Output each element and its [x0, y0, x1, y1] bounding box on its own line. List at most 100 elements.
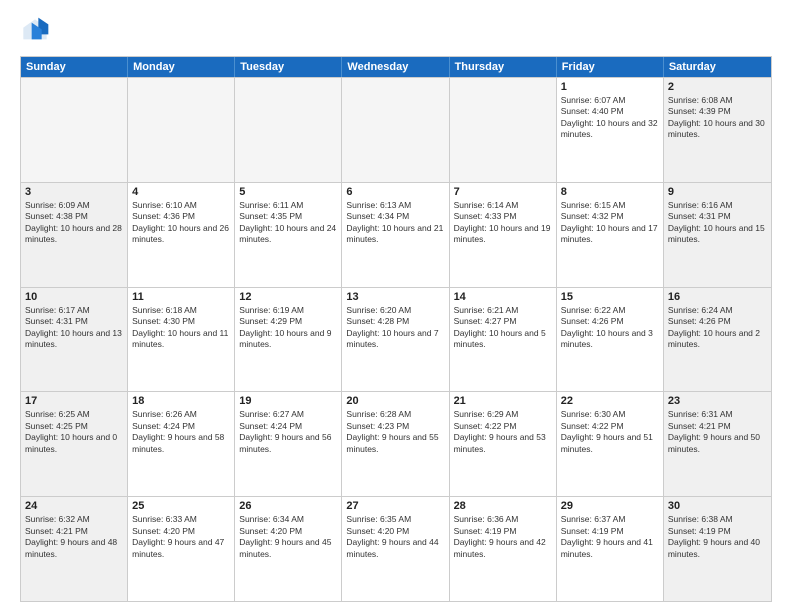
day-number: 11: [132, 291, 230, 303]
cell-text: Sunrise: 6:33 AM Sunset: 4:20 PM Dayligh…: [132, 514, 230, 560]
cell-text: Sunrise: 6:30 AM Sunset: 4:22 PM Dayligh…: [561, 409, 659, 455]
cell-text: Sunrise: 6:37 AM Sunset: 4:19 PM Dayligh…: [561, 514, 659, 560]
day-number: 30: [668, 500, 767, 512]
cell-text: Sunrise: 6:18 AM Sunset: 4:30 PM Dayligh…: [132, 305, 230, 351]
cell-text: Sunrise: 6:32 AM Sunset: 4:21 PM Dayligh…: [25, 514, 123, 560]
day-number: 22: [561, 395, 659, 407]
day-cell-2: 2Sunrise: 6:08 AM Sunset: 4:39 PM Daylig…: [664, 78, 771, 182]
header-cell-friday: Friday: [557, 57, 664, 77]
cell-text: Sunrise: 6:17 AM Sunset: 4:31 PM Dayligh…: [25, 305, 123, 351]
calendar: SundayMondayTuesdayWednesdayThursdayFrid…: [20, 56, 772, 602]
day-cell-20: 20 Sunrise: 6:28 AM Sunset: 4:23 PM Dayli…: [342, 392, 449, 496]
day-cell-14: 14 Sunrise: 6:21 AM Sunset: 4:27 PM Dayli…: [450, 288, 557, 392]
day-number: 23: [668, 395, 767, 407]
day-number: 16: [668, 291, 767, 303]
day-number: 8: [561, 186, 659, 198]
calendar-row-3: 17Sunrise: 6:25 AM Sunset: 4:25 PM Dayli…: [21, 391, 771, 496]
day-number: 6: [346, 186, 444, 198]
cell-text: Sunrise: 6:09 AM Sunset: 4:38 PM Dayligh…: [25, 200, 123, 246]
day-number: 15: [561, 291, 659, 303]
cell-text: Sunrise: 6:26 AM Sunset: 4:24 PM Dayligh…: [132, 409, 230, 455]
cell-text: Sunrise: 6:19 AM Sunset: 4:29 PM Dayligh…: [239, 305, 337, 351]
cell-text: Sunrise: 6:35 AM Sunset: 4:20 PM Dayligh…: [346, 514, 444, 560]
logo: [20, 16, 54, 46]
cell-text: Sunrise: 6:34 AM Sunset: 4:20 PM Dayligh…: [239, 514, 337, 560]
cell-text: Sunrise: 6:24 AM Sunset: 4:26 PM Dayligh…: [668, 305, 767, 351]
cell-text: Sunrise: 6:11 AM Sunset: 4:35 PM Dayligh…: [239, 200, 337, 246]
day-number: 1: [561, 81, 659, 93]
day-cell-1: 1Sunrise: 6:07 AM Sunset: 4:40 PM Daylig…: [557, 78, 664, 182]
day-number: 28: [454, 500, 552, 512]
day-number: 26: [239, 500, 337, 512]
empty-cell-0-2: [235, 78, 342, 182]
day-cell-11: 11 Sunrise: 6:18 AM Sunset: 4:30 PM Dayli…: [128, 288, 235, 392]
day-number: 10: [25, 291, 123, 303]
day-cell-26: 26 Sunrise: 6:34 AM Sunset: 4:20 PM Dayli…: [235, 497, 342, 601]
day-number: 20: [346, 395, 444, 407]
day-number: 5: [239, 186, 337, 198]
header-cell-saturday: Saturday: [664, 57, 771, 77]
day-cell-25: 25 Sunrise: 6:33 AM Sunset: 4:20 PM Dayli…: [128, 497, 235, 601]
logo-icon: [20, 16, 50, 46]
calendar-header: SundayMondayTuesdayWednesdayThursdayFrid…: [21, 57, 771, 77]
calendar-row-2: 10 Sunrise: 6:17 AM Sunset: 4:31 PM Dayli…: [21, 287, 771, 392]
day-cell-15: 15Sunrise: 6:22 AM Sunset: 4:26 PM Dayli…: [557, 288, 664, 392]
day-number: 25: [132, 500, 230, 512]
cell-text: Sunrise: 6:10 AM Sunset: 4:36 PM Dayligh…: [132, 200, 230, 246]
cell-text: Sunrise: 6:29 AM Sunset: 4:22 PM Dayligh…: [454, 409, 552, 455]
day-cell-19: 19 Sunrise: 6:27 AM Sunset: 4:24 PM Dayli…: [235, 392, 342, 496]
cell-text: Sunrise: 6:15 AM Sunset: 4:32 PM Dayligh…: [561, 200, 659, 246]
day-cell-22: 22 Sunrise: 6:30 AM Sunset: 4:22 PM Dayli…: [557, 392, 664, 496]
day-number: 21: [454, 395, 552, 407]
empty-cell-0-1: [128, 78, 235, 182]
day-number: 3: [25, 186, 123, 198]
day-number: 27: [346, 500, 444, 512]
day-cell-3: 3 Sunrise: 6:09 AM Sunset: 4:38 PM Daylig…: [21, 183, 128, 287]
cell-text: Sunrise: 6:27 AM Sunset: 4:24 PM Dayligh…: [239, 409, 337, 455]
cell-text: Sunrise: 6:28 AM Sunset: 4:23 PM Dayligh…: [346, 409, 444, 455]
day-cell-16: 16 Sunrise: 6:24 AM Sunset: 4:26 PM Dayli…: [664, 288, 771, 392]
day-cell-23: 23Sunrise: 6:31 AM Sunset: 4:21 PM Dayli…: [664, 392, 771, 496]
day-number: 9: [668, 186, 767, 198]
day-cell-24: 24 Sunrise: 6:32 AM Sunset: 4:21 PM Dayli…: [21, 497, 128, 601]
day-cell-8: 8 Sunrise: 6:15 AM Sunset: 4:32 PM Daylig…: [557, 183, 664, 287]
day-number: 2: [668, 81, 767, 93]
day-cell-21: 21 Sunrise: 6:29 AM Sunset: 4:22 PM Dayli…: [450, 392, 557, 496]
day-cell-13: 13 Sunrise: 6:20 AM Sunset: 4:28 PM Dayli…: [342, 288, 449, 392]
header: [20, 16, 772, 46]
calendar-row-1: 3 Sunrise: 6:09 AM Sunset: 4:38 PM Daylig…: [21, 182, 771, 287]
cell-text: Sunrise: 6:21 AM Sunset: 4:27 PM Dayligh…: [454, 305, 552, 351]
day-number: 24: [25, 500, 123, 512]
cell-text: Sunrise: 6:16 AM Sunset: 4:31 PM Dayligh…: [668, 200, 767, 246]
day-number: 29: [561, 500, 659, 512]
empty-cell-0-4: [450, 78, 557, 182]
day-cell-28: 28 Sunrise: 6:36 AM Sunset: 4:19 PM Dayli…: [450, 497, 557, 601]
calendar-row-4: 24 Sunrise: 6:32 AM Sunset: 4:21 PM Dayli…: [21, 496, 771, 601]
day-number: 17: [25, 395, 123, 407]
cell-text: Sunrise: 6:20 AM Sunset: 4:28 PM Dayligh…: [346, 305, 444, 351]
calendar-body: 1Sunrise: 6:07 AM Sunset: 4:40 PM Daylig…: [21, 77, 771, 601]
day-cell-12: 12Sunrise: 6:19 AM Sunset: 4:29 PM Dayli…: [235, 288, 342, 392]
cell-text: Sunrise: 6:13 AM Sunset: 4:34 PM Dayligh…: [346, 200, 444, 246]
empty-cell-0-3: [342, 78, 449, 182]
day-cell-5: 5 Sunrise: 6:11 AM Sunset: 4:35 PM Daylig…: [235, 183, 342, 287]
calendar-row-0: 1Sunrise: 6:07 AM Sunset: 4:40 PM Daylig…: [21, 77, 771, 182]
header-cell-thursday: Thursday: [450, 57, 557, 77]
day-cell-29: 29 Sunrise: 6:37 AM Sunset: 4:19 PM Dayli…: [557, 497, 664, 601]
day-number: 14: [454, 291, 552, 303]
day-cell-10: 10 Sunrise: 6:17 AM Sunset: 4:31 PM Dayli…: [21, 288, 128, 392]
day-number: 13: [346, 291, 444, 303]
day-cell-30: 30 Sunrise: 6:38 AM Sunset: 4:19 PM Dayli…: [664, 497, 771, 601]
cell-text: Sunrise: 6:36 AM Sunset: 4:19 PM Dayligh…: [454, 514, 552, 560]
day-number: 7: [454, 186, 552, 198]
day-number: 19: [239, 395, 337, 407]
day-cell-27: 27 Sunrise: 6:35 AM Sunset: 4:20 PM Dayli…: [342, 497, 449, 601]
page: SundayMondayTuesdayWednesdayThursdayFrid…: [0, 0, 792, 612]
header-cell-tuesday: Tuesday: [235, 57, 342, 77]
day-cell-17: 17Sunrise: 6:25 AM Sunset: 4:25 PM Dayli…: [21, 392, 128, 496]
cell-text: Sunrise: 6:38 AM Sunset: 4:19 PM Dayligh…: [668, 514, 767, 560]
day-cell-6: 6 Sunrise: 6:13 AM Sunset: 4:34 PM Daylig…: [342, 183, 449, 287]
cell-text: Sunrise: 6:14 AM Sunset: 4:33 PM Dayligh…: [454, 200, 552, 246]
header-cell-wednesday: Wednesday: [342, 57, 449, 77]
header-cell-monday: Monday: [128, 57, 235, 77]
